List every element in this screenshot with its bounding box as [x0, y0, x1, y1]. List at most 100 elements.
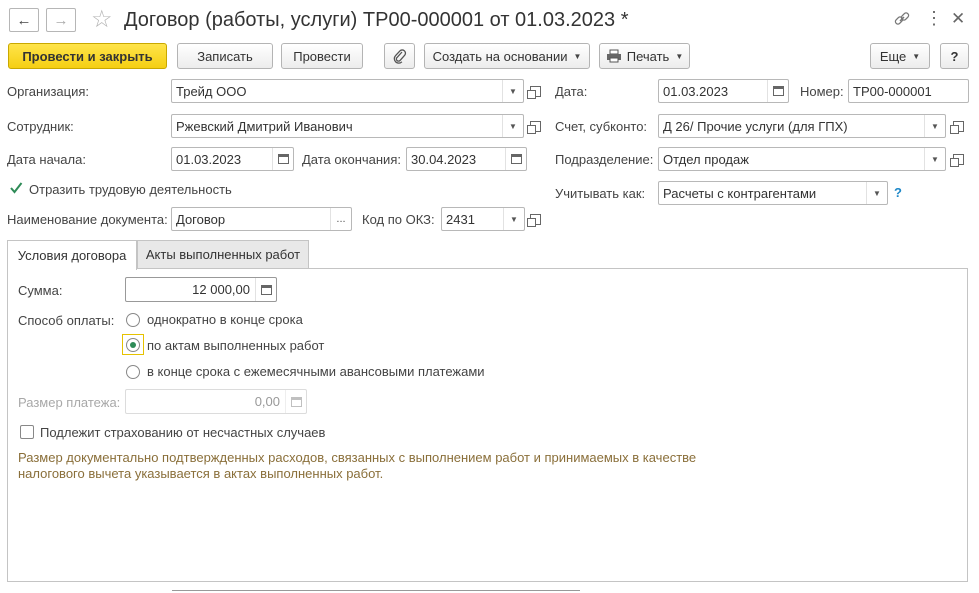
- okz-code-field[interactable]: 2431 ▼: [441, 207, 525, 231]
- dropdown-arrow-icon[interactable]: ▼: [502, 115, 523, 137]
- calendar-icon: [277, 154, 289, 164]
- reflect-activity-label[interactable]: Отразить трудовую деятельность: [29, 182, 232, 197]
- printer-icon: [606, 49, 621, 63]
- reflect-activity-checkbox[interactable]: [9, 181, 23, 195]
- payment-size-label: Размер платежа:: [18, 395, 121, 410]
- back-button[interactable]: ←: [9, 8, 39, 32]
- page-title: Договор (работы, услуги) ТР00-000001 от …: [124, 9, 629, 31]
- calendar-button[interactable]: [767, 80, 788, 102]
- number-value: ТР00-000001: [853, 84, 932, 99]
- calculator-button[interactable]: [255, 278, 276, 301]
- link-icon[interactable]: [893, 10, 911, 28]
- payment-option-acts-label[interactable]: по актам выполненных работ: [147, 338, 324, 353]
- tab-contract-terms[interactable]: Условия договора: [7, 240, 137, 270]
- close-icon[interactable]: ✕: [951, 9, 965, 29]
- account-label: Счет, субконто:: [555, 119, 648, 134]
- start-date-field[interactable]: 01.03.2023: [171, 147, 294, 171]
- open-account-button[interactable]: [948, 114, 968, 138]
- document-name-value: Договор: [176, 212, 226, 227]
- write-button[interactable]: Записать: [177, 43, 273, 69]
- organization-field[interactable]: Трейд ООО ▼: [171, 79, 524, 103]
- dropdown-arrow-icon[interactable]: ▼: [924, 115, 945, 137]
- calendar-icon: [772, 86, 784, 96]
- payment-radio-acts[interactable]: [126, 338, 140, 352]
- write-label: Записать: [197, 48, 253, 64]
- tab-work-acts[interactable]: Акты выполненных работ: [137, 240, 309, 268]
- post-label: Провести: [293, 48, 351, 64]
- calculator-button: [285, 390, 306, 413]
- payment-radio-monthly-advance[interactable]: [126, 365, 140, 379]
- insurance-label[interactable]: Подлежит страхованию от несчастных случа…: [40, 425, 325, 440]
- open-icon: [526, 213, 541, 227]
- dropdown-arrow-icon[interactable]: ▼: [924, 148, 945, 170]
- arrow-left-icon: ←: [16, 11, 32, 29]
- calendar-button[interactable]: [272, 148, 293, 170]
- insurance-checkbox[interactable]: [20, 425, 34, 439]
- open-organization-button[interactable]: [525, 79, 545, 103]
- sum-value: 12 000,00: [192, 282, 250, 297]
- date-field[interactable]: 01.03.2023: [658, 79, 789, 103]
- employee-value: Ржевский Дмитрий Иванович: [176, 119, 353, 134]
- calendar-button[interactable]: [505, 148, 526, 170]
- department-value: Отдел продаж: [663, 152, 749, 167]
- more-button[interactable]: Еще ▼: [870, 43, 930, 69]
- employee-field[interactable]: Ржевский Дмитрий Иванович ▼: [171, 114, 524, 138]
- scroll-indicator: [172, 590, 580, 591]
- document-name-field[interactable]: Договор ...: [171, 207, 352, 231]
- help-button[interactable]: ?: [940, 43, 969, 69]
- account-field[interactable]: Д 26/ Прочие услуги (для ГПХ) ▼: [658, 114, 946, 138]
- ellipsis-button[interactable]: ...: [330, 208, 351, 230]
- open-icon: [526, 85, 541, 99]
- account-as-field[interactable]: Расчеты с контрагентами ▼: [658, 181, 888, 205]
- arrow-right-icon: →: [53, 11, 69, 29]
- checkmark-icon: [10, 182, 23, 194]
- start-date-label: Дата начала:: [7, 152, 86, 167]
- help-question-icon[interactable]: ?: [894, 185, 902, 200]
- open-icon: [949, 153, 964, 167]
- forward-button[interactable]: →: [46, 8, 76, 32]
- tab-work-acts-label: Акты выполненных работ: [145, 247, 301, 262]
- post-and-close-label: Провести и закрыть: [22, 48, 153, 64]
- more-label: Еще: [879, 48, 907, 64]
- start-date-value: 01.03.2023: [176, 152, 242, 167]
- sum-field[interactable]: 12 000,00: [125, 277, 277, 302]
- department-label: Подразделение:: [555, 152, 654, 167]
- payment-radio-once[interactable]: [126, 313, 140, 327]
- tab-contract-terms-label: Условия договора: [17, 248, 127, 263]
- print-button[interactable]: Печать ▼: [599, 43, 690, 69]
- payment-size-field: 0,00: [125, 389, 307, 414]
- account-as-value: Расчеты с контрагентами: [663, 186, 817, 201]
- okz-code-value: 2431: [446, 212, 475, 227]
- dropdown-arrow-icon[interactable]: ▼: [503, 208, 524, 230]
- document-name-label: Наименование документа:: [7, 212, 168, 227]
- create-based-on-label: Создать на основании: [432, 48, 568, 64]
- open-okz-button[interactable]: [525, 207, 545, 231]
- open-employee-button[interactable]: [525, 114, 545, 138]
- organization-value: Трейд ООО: [176, 84, 247, 99]
- end-date-value: 30.04.2023: [411, 152, 477, 167]
- dropdown-arrow-icon[interactable]: ▼: [502, 80, 523, 102]
- department-field[interactable]: Отдел продаж ▼: [658, 147, 946, 171]
- post-and-close-button[interactable]: Провести и закрыть: [8, 43, 167, 69]
- payment-option-once-label[interactable]: однократно в конце срока: [147, 312, 303, 327]
- end-date-field[interactable]: 30.04.2023: [406, 147, 527, 171]
- attach-button[interactable]: [384, 43, 415, 69]
- payment-method-label: Способ оплаты:: [18, 313, 115, 328]
- organization-label: Организация:: [7, 84, 90, 99]
- account-value: Д 26/ Прочие услуги (для ГПХ): [663, 119, 848, 134]
- help-label: ?: [950, 48, 959, 64]
- favorite-star-icon[interactable]: ☆: [91, 5, 113, 34]
- open-department-button[interactable]: [948, 147, 968, 171]
- sum-label: Сумма:: [18, 283, 63, 298]
- more-menu-icon[interactable]: ⋮: [925, 8, 943, 29]
- calendar-icon: [510, 154, 522, 164]
- employee-label: Сотрудник:: [7, 119, 74, 134]
- number-field[interactable]: ТР00-000001: [848, 79, 969, 103]
- dropdown-arrow-icon[interactable]: ▼: [866, 182, 887, 204]
- info-note: Размер документально подтвержденных расх…: [18, 450, 697, 481]
- caret-down-icon: ▼: [573, 51, 582, 61]
- create-based-on-button[interactable]: Создать на основании ▼: [424, 43, 590, 69]
- open-icon: [526, 120, 541, 134]
- payment-option-monthly-advance-label[interactable]: в конце срока с ежемесячными авансовыми …: [147, 364, 485, 379]
- post-button[interactable]: Провести: [281, 43, 363, 69]
